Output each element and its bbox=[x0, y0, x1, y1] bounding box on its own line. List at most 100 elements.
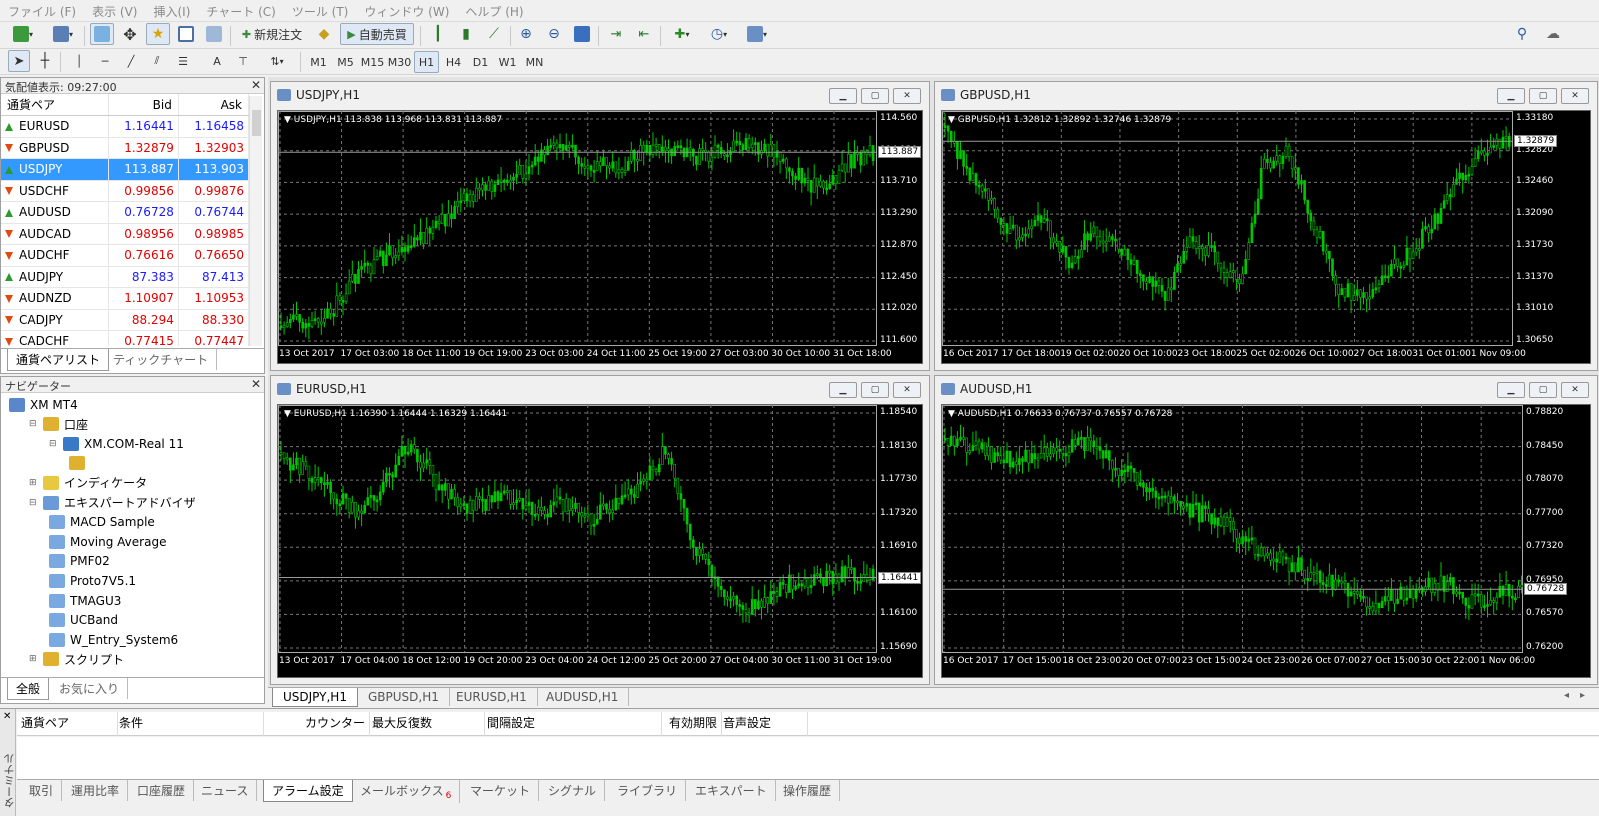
navigator-tab-0[interactable]: 全般 bbox=[7, 678, 50, 700]
minimize-icon[interactable]: ▁ bbox=[829, 88, 857, 104]
market-watch-row[interactable]: CADJPY 88.294 88.330 bbox=[1, 309, 249, 331]
market-watch-row[interactable]: USDJPY 113.887 113.903 bbox=[1, 158, 249, 181]
data-window-icon[interactable]: ✥ bbox=[118, 23, 142, 45]
terminal-toggle-icon[interactable] bbox=[174, 23, 198, 45]
new-chart-icon[interactable]: ▾ bbox=[6, 23, 40, 45]
dropdown-icon[interactable]: ▼ bbox=[284, 409, 294, 419]
navigator-item[interactable]: UCBand bbox=[49, 611, 118, 630]
menu-item-2[interactable]: 挿入(I) bbox=[145, 0, 198, 23]
market-watch-tab-1[interactable]: ティックチャート bbox=[105, 349, 218, 370]
chart-window[interactable]: USDJPY,H1▁▢✕114.560114.130113.710113.290… bbox=[270, 81, 930, 371]
terminal-tab-1[interactable]: 運用比率 bbox=[63, 780, 129, 801]
close-icon[interactable]: ✕ bbox=[1561, 382, 1589, 398]
terminal-tab-8[interactable]: ライブラリ bbox=[609, 780, 687, 801]
market-watch-row[interactable]: AUDCHF 0.76616 0.76650 bbox=[1, 244, 249, 267]
strategy-tester-icon[interactable] bbox=[202, 23, 226, 45]
collapse-icon[interactable]: ⊟ bbox=[49, 439, 59, 449]
chart-plot[interactable]: 114.560114.130113.710113.290112.870112.4… bbox=[277, 110, 923, 364]
terminal-tab-2[interactable]: 口座履歴 bbox=[129, 780, 195, 801]
navigator-item[interactable]: ⊟ エキスパートアドバイザ bbox=[29, 493, 196, 512]
market-watch-row[interactable]: GBPUSD 1.32879 1.32903 bbox=[1, 137, 249, 159]
vertical-line-icon[interactable]: │ bbox=[68, 50, 90, 72]
navigator-item[interactable]: TMAGU3 bbox=[49, 591, 121, 610]
navigator-item[interactable]: MACD Sample bbox=[49, 513, 155, 532]
channel-icon[interactable]: ⫽ bbox=[146, 50, 168, 72]
terminal-tab-5[interactable]: メールボックス 6 bbox=[352, 780, 461, 804]
navigator-item[interactable] bbox=[69, 454, 90, 473]
fibonacci-icon[interactable]: ☰ bbox=[172, 50, 194, 72]
collapse-icon[interactable]: ⊟ bbox=[29, 419, 39, 429]
periods-icon[interactable]: ◷ ▾ bbox=[702, 23, 736, 45]
navigator-item[interactable]: Proto7V5.1 bbox=[49, 571, 136, 590]
timeframe-mn[interactable]: MN bbox=[522, 51, 547, 73]
navigator-item[interactable]: W_Entry_System6 bbox=[49, 630, 178, 649]
menu-item-4[interactable]: ツール (T) bbox=[284, 0, 357, 23]
navigator-item[interactable]: ⊟ 口座 bbox=[29, 415, 88, 434]
navigator-item[interactable]: ⊟ XM.COM-Real 11 bbox=[49, 434, 184, 453]
search-icon[interactable]: ⚲ bbox=[1510, 23, 1534, 45]
close-icon[interactable]: ✕ bbox=[251, 377, 261, 391]
tab-scroll-right-icon[interactable]: ▸ bbox=[1580, 690, 1585, 701]
dropdown-icon[interactable]: ▼ bbox=[948, 409, 958, 419]
navigator-item[interactable]: Moving Average bbox=[49, 532, 166, 551]
menu-item-3[interactable]: チャート (C) bbox=[198, 0, 283, 23]
market-watch-row[interactable]: USDCHF 0.99856 0.99876 bbox=[1, 180, 249, 202]
indicators-list-icon[interactable]: ✚ ▾ bbox=[666, 23, 698, 45]
market-watch-row[interactable]: AUDNZD 1.10907 1.10953 bbox=[1, 287, 249, 310]
chart-window[interactable]: EURUSD,H1 ▁ ▢ ✕ 1.18540 1.18130 1.17730 1.17320… bbox=[270, 375, 930, 685]
arrows-icon[interactable]: ⇅ ▾ bbox=[260, 50, 294, 72]
close-icon[interactable]: ✕ bbox=[893, 88, 921, 104]
navigator-item[interactable]: ⊞ スクリプト bbox=[29, 650, 124, 669]
expand-icon[interactable]: ⊞ bbox=[29, 654, 39, 664]
market-watch-row[interactable]: EURUSD 1.16441 1.16458 bbox=[1, 115, 249, 138]
alerts-column-header[interactable]: 音声設定 bbox=[723, 714, 803, 731]
chart-tab-0[interactable]: USDJPY,H1 bbox=[272, 688, 358, 707]
timeframe-m1[interactable]: M1 bbox=[306, 51, 331, 73]
navigator-item[interactable]: PMF02 bbox=[49, 552, 110, 571]
menu-item-1[interactable]: 表示 (V) bbox=[84, 0, 145, 23]
new-order-button[interactable]: ✚ 新規注文 bbox=[236, 23, 308, 45]
terminal-tab-0[interactable]: 取引 bbox=[21, 780, 63, 801]
terminal-tab-4[interactable]: アラーム設定 bbox=[263, 780, 353, 802]
chart-tab-2[interactable]: EURUSD,H1 bbox=[446, 688, 538, 706]
minimize-icon[interactable]: ▁ bbox=[1497, 382, 1525, 398]
text-tool-icon[interactable]: A bbox=[206, 50, 228, 72]
maximize-icon[interactable]: ▢ bbox=[861, 382, 889, 398]
trendline-icon[interactable]: ╱ bbox=[120, 50, 142, 72]
market-watch-row[interactable]: AUDCAD 0.98956 0.98985 bbox=[1, 223, 249, 245]
market-watch-row[interactable]: CADCHF 0.77415 0.77447 bbox=[1, 330, 249, 346]
timeframe-w1[interactable]: W1 bbox=[495, 51, 520, 73]
chart-plot[interactable]: 0.78820 0.78450 0.78070 0.77700 0.77320 0.769… bbox=[941, 404, 1591, 678]
market-watch-tab-0[interactable]: 通貨ペアリスト bbox=[7, 349, 110, 371]
horizontal-line-icon[interactable]: ─ bbox=[94, 50, 116, 72]
terminal-tab-9[interactable]: エキスパート bbox=[687, 780, 776, 801]
navigator-item[interactable]: ⊞ インディケータ bbox=[29, 473, 147, 492]
market-watch-header[interactable]: 通貨ペア bbox=[1, 94, 109, 116]
chart-window[interactable]: AUDUSD,H1 ▁ ▢ ✕ 0.78820 0.78450 0.78070 0.77700… bbox=[934, 375, 1598, 685]
alerts-column-header[interactable]: 間隔設定 bbox=[487, 714, 657, 731]
zoom-out-icon[interactable]: ⊖ bbox=[542, 23, 566, 45]
close-icon[interactable]: ✕ bbox=[893, 382, 921, 398]
market-watch-row[interactable]: AUDJPY 87.383 87.413 bbox=[1, 266, 249, 288]
maximize-icon[interactable]: ▢ bbox=[861, 88, 889, 104]
close-icon[interactable]: ✕ bbox=[3, 711, 11, 722]
dropdown-icon[interactable]: ▼ bbox=[948, 115, 958, 125]
market-watch-toggle-icon[interactable] bbox=[90, 23, 114, 45]
profiles-icon[interactable]: ▾ bbox=[46, 23, 80, 45]
chart-tab-3[interactable]: AUDUSD,H1 bbox=[536, 688, 630, 706]
tab-scroll-left-icon[interactable]: ◂ bbox=[1564, 690, 1569, 701]
chart-plot[interactable]: 1.185401.181301.177301.173201.169101.165… bbox=[277, 404, 923, 678]
chart-tab-1[interactable]: GBPUSD,H1 bbox=[358, 688, 450, 706]
cursor-icon[interactable]: ➤ bbox=[8, 50, 30, 72]
market-watch-header[interactable]: Bid bbox=[108, 94, 179, 116]
navigator-toggle-icon[interactable]: ★ bbox=[146, 23, 170, 45]
timeframe-m5[interactable]: M5 bbox=[333, 51, 358, 73]
close-icon[interactable]: ✕ bbox=[1561, 88, 1589, 104]
terminal-tab-3[interactable]: ニュース bbox=[193, 780, 258, 801]
chart-plot[interactable]: 1.33180 1.32820 1.32460 1.32090 1.31730 1.313… bbox=[941, 110, 1591, 364]
terminal-tab-6[interactable]: マーケット bbox=[462, 780, 540, 801]
timeframe-m15[interactable]: M15 bbox=[360, 51, 385, 73]
metaeditor-icon[interactable]: ◆ bbox=[312, 23, 336, 45]
alerts-column-header[interactable]: 条件 bbox=[119, 714, 259, 731]
candlestick-icon[interactable]: ▮ bbox=[454, 23, 478, 45]
